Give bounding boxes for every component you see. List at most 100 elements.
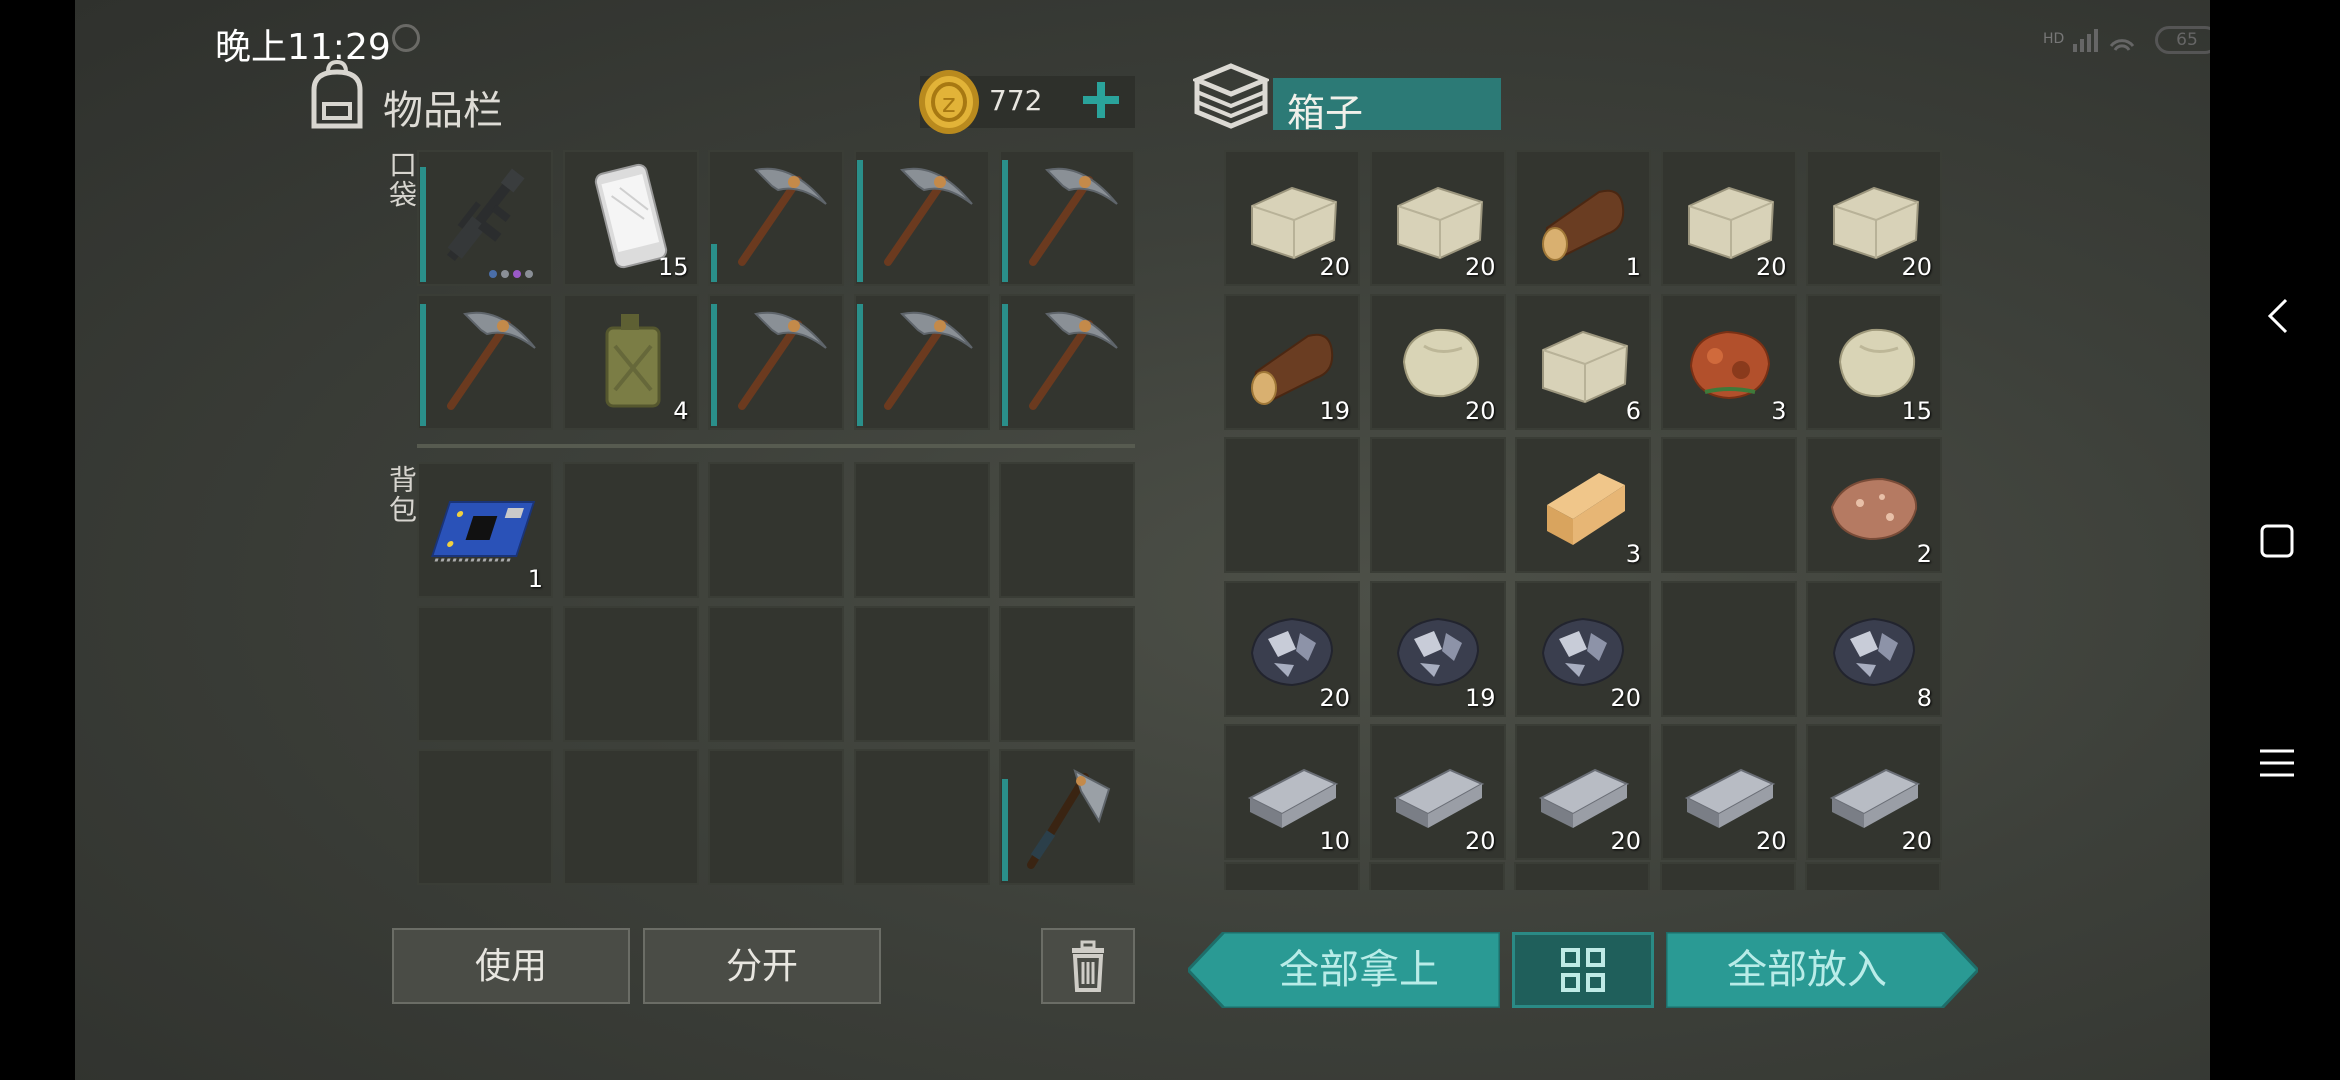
- box-slot[interactable]: 1: [1515, 150, 1651, 286]
- item-quantity: 6: [1625, 396, 1641, 425]
- box-slot[interactable]: 10: [1224, 724, 1360, 860]
- box-slot[interactable]: [1660, 437, 1797, 573]
- home-icon[interactable]: [2260, 524, 2294, 558]
- box-slot[interactable]: 20: [1369, 724, 1506, 860]
- attachment-dot: [501, 270, 509, 278]
- coin-icon: z: [919, 70, 979, 134]
- pocket-slot[interactable]: 15: [562, 150, 699, 286]
- box-slot[interactable]: 8: [1806, 580, 1942, 717]
- item-quantity: 10: [1319, 827, 1350, 855]
- box-slot[interactable]: 20: [1806, 724, 1942, 860]
- pocket-slot[interactable]: [417, 293, 553, 430]
- back-icon[interactable]: [2266, 298, 2290, 334]
- item-quantity: 8: [1916, 683, 1932, 712]
- backpack-slot[interactable]: [853, 605, 990, 742]
- durability-bar: [1002, 779, 1008, 881]
- attachment-dots: [489, 270, 533, 278]
- backpack-label: 背包: [385, 465, 418, 525]
- backpack-slot[interactable]: [562, 605, 699, 742]
- item-quantity: 20: [1319, 253, 1350, 281]
- backpack-slot[interactable]: [708, 749, 844, 885]
- backpack-slot[interactable]: 1: [417, 462, 553, 598]
- box-slot[interactable]: 20: [1806, 150, 1942, 286]
- pocket-slot[interactable]: [417, 150, 553, 286]
- pocket-slot[interactable]: [853, 293, 990, 430]
- pocket-slot[interactable]: [853, 150, 990, 286]
- item-quantity: 20: [1610, 827, 1641, 855]
- item-quantity: 20: [1464, 396, 1496, 425]
- split-button[interactable]: 分开: [643, 928, 881, 1004]
- box-slot[interactable]: 15: [1806, 293, 1942, 430]
- add-coins-button[interactable]: [1081, 80, 1121, 120]
- pocket-slot[interactable]: [708, 293, 844, 430]
- backpack-slot[interactable]: [562, 749, 699, 885]
- rifle-icon: [447, 168, 525, 262]
- backpack-slot[interactable]: [853, 749, 990, 885]
- axe-icon: [1027, 768, 1111, 869]
- durability-bar: [711, 244, 717, 282]
- inventory-title: 物品栏: [383, 88, 503, 134]
- box-slot[interactable]: 19: [1224, 293, 1360, 430]
- box-slot[interactable]: 20: [1369, 150, 1506, 286]
- use-button[interactable]: 使用: [392, 928, 630, 1004]
- take-all-button[interactable]: 全部拿上: [1188, 932, 1500, 1008]
- pocket-slot[interactable]: [999, 293, 1135, 430]
- backpack-slot[interactable]: [708, 605, 844, 742]
- pocket-label: 口袋: [385, 150, 418, 210]
- menu-icon[interactable]: [2260, 748, 2294, 778]
- item-quantity: 20: [1755, 827, 1787, 855]
- pickaxe-icon: [447, 311, 536, 410]
- backpack-slot[interactable]: [999, 605, 1135, 742]
- box-slot[interactable]: 20: [1660, 150, 1797, 286]
- box-slot[interactable]: 6: [1515, 293, 1651, 430]
- box-slot[interactable]: 3: [1515, 437, 1651, 573]
- plank-icon: [1547, 473, 1625, 545]
- put-all-label: 全部放入: [1727, 947, 1887, 993]
- log-icon: [1542, 189, 1625, 261]
- durability-bar: [420, 303, 426, 426]
- backpack-slot[interactable]: [417, 605, 553, 742]
- pickaxe-icon: [1029, 167, 1118, 266]
- box-slot[interactable]: 20: [1369, 293, 1506, 430]
- box-slot[interactable]: 3: [1660, 293, 1797, 430]
- backpack-slot[interactable]: [708, 462, 844, 598]
- jerrycan-icon: [605, 313, 660, 407]
- pocket-slot[interactable]: [999, 150, 1135, 286]
- box-slot[interactable]: 20: [1515, 580, 1651, 717]
- put-all-button[interactable]: 全部放入: [1666, 932, 1978, 1008]
- item-quantity: 20: [1755, 253, 1787, 281]
- item-quantity: 15: [657, 253, 689, 281]
- pocket-slot[interactable]: [708, 150, 844, 286]
- durability-bar: [856, 160, 863, 282]
- backpack-slot[interactable]: [999, 462, 1135, 598]
- box-slot[interactable]: 20: [1224, 150, 1360, 286]
- durability-bar: [1002, 160, 1008, 282]
- pickaxe-icon: [738, 311, 827, 410]
- attachment-dot: [525, 270, 533, 278]
- pocket-slot[interactable]: 4: [562, 293, 699, 430]
- item-quantity: 1: [527, 565, 543, 593]
- item-quantity: 20: [1901, 827, 1932, 855]
- box-slot[interactable]: [1369, 437, 1506, 573]
- backpack-slot[interactable]: [562, 462, 699, 598]
- pickaxe-icon: [883, 311, 973, 410]
- item-quantity: 19: [1319, 396, 1350, 425]
- trash-button[interactable]: [1041, 928, 1135, 1004]
- box-slot[interactable]: 20: [1660, 724, 1797, 860]
- backpack-slot[interactable]: [417, 749, 553, 885]
- item-quantity: 20: [1464, 253, 1496, 281]
- backpack-slot[interactable]: [853, 462, 990, 598]
- ore-red-icon: [1689, 330, 1770, 399]
- ore-iron-icon: [1832, 617, 1916, 686]
- box-slot[interactable]: 19: [1369, 580, 1506, 717]
- sort-button[interactable]: [1512, 932, 1654, 1008]
- box-slot[interactable]: 20: [1515, 724, 1651, 860]
- box-slot[interactable]: 2: [1806, 437, 1942, 573]
- backpack-slot[interactable]: [999, 749, 1135, 885]
- box-slot[interactable]: [1224, 437, 1360, 573]
- item-quantity: 3: [1625, 540, 1641, 568]
- item-quantity: 20: [1901, 253, 1932, 281]
- box-slot[interactable]: [1660, 580, 1797, 717]
- item-quantity: 20: [1610, 683, 1641, 712]
- box-slot[interactable]: 20: [1224, 580, 1360, 717]
